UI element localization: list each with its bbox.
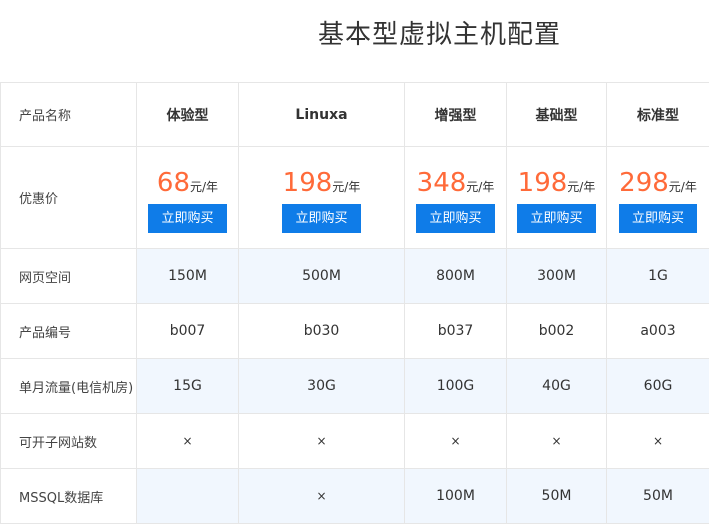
plan-name: 增强型 xyxy=(405,83,507,147)
price-value: 68 xyxy=(157,168,190,198)
price-unit: 元/年 xyxy=(466,180,494,194)
unavailable-x-icon: × xyxy=(507,414,607,469)
table-cell: 50M xyxy=(507,469,607,524)
table-cell: 800M xyxy=(405,249,507,304)
row-label: 可开子网站数 xyxy=(1,414,137,469)
price-cell: 198元/年 立即购买 xyxy=(239,147,405,249)
table-cell: b030 xyxy=(239,304,405,359)
web-space-row: 网页空间 150M 500M 800M 300M 1G xyxy=(1,249,709,304)
table-cell: 300M xyxy=(507,249,607,304)
plan-name-row: 产品名称 体验型 Linuxa 增强型 基础型 标准型 xyxy=(1,83,709,147)
row-label: 网页空间 xyxy=(1,249,137,304)
table-cell: 100G xyxy=(405,359,507,414)
table-cell: 40G xyxy=(507,359,607,414)
buy-now-button[interactable]: 立即购买 xyxy=(148,204,226,233)
unavailable-x-icon: × xyxy=(137,414,239,469)
price-cell: 348元/年 立即购买 xyxy=(405,147,507,249)
unavailable-x-icon: × xyxy=(239,469,405,524)
price-cell: 68元/年 立即购买 xyxy=(137,147,239,249)
table-cell: b007 xyxy=(137,304,239,359)
product-code-row: 产品编号 b007 b030 b037 b002 a003 xyxy=(1,304,709,359)
price-value: 198 xyxy=(283,168,333,198)
table-cell xyxy=(137,469,239,524)
buy-now-button[interactable]: 立即购买 xyxy=(517,204,595,233)
price-unit: 元/年 xyxy=(567,180,595,194)
row-label: 单月流量(电信机房) xyxy=(1,359,137,414)
table-cell: a003 xyxy=(607,304,709,359)
table-cell: b002 xyxy=(507,304,607,359)
price-value: 198 xyxy=(518,168,568,198)
plan-name: Linuxa xyxy=(239,83,405,147)
plan-name: 体验型 xyxy=(137,83,239,147)
row-label: MSSQL数据库 xyxy=(1,469,137,524)
price-unit: 元/年 xyxy=(190,180,218,194)
unavailable-x-icon: × xyxy=(239,414,405,469)
price-unit: 元/年 xyxy=(332,180,360,194)
table-cell: 60G xyxy=(607,359,709,414)
table-cell: 15G xyxy=(137,359,239,414)
table-cell: 100M xyxy=(405,469,507,524)
buy-now-button[interactable]: 立即购买 xyxy=(416,204,494,233)
price-unit: 元/年 xyxy=(669,180,697,194)
table-cell: 1G xyxy=(607,249,709,304)
monthly-traffic-row: 单月流量(电信机房) 15G 30G 100G 40G 60G xyxy=(1,359,709,414)
buy-now-button[interactable]: 立即购买 xyxy=(282,204,360,233)
row-label: 产品名称 xyxy=(1,83,137,147)
mssql-row: MSSQL数据库 × 100M 50M 50M xyxy=(1,469,709,524)
page-title: 基本型虚拟主机配置 xyxy=(0,14,709,51)
buy-now-button[interactable]: 立即购买 xyxy=(619,204,697,233)
table-cell: 500M xyxy=(239,249,405,304)
price-value: 298 xyxy=(619,168,669,198)
price-value: 348 xyxy=(417,168,467,198)
price-cell: 198元/年 立即购买 xyxy=(507,147,607,249)
unavailable-x-icon: × xyxy=(607,414,709,469)
table-cell: 50M xyxy=(607,469,709,524)
table-cell: 30G xyxy=(239,359,405,414)
row-label: 优惠价 xyxy=(1,147,137,249)
table-cell: 150M xyxy=(137,249,239,304)
unavailable-x-icon: × xyxy=(405,414,507,469)
price-cell: 298元/年 立即购买 xyxy=(607,147,709,249)
subsites-row: 可开子网站数 × × × × × xyxy=(1,414,709,469)
row-label: 产品编号 xyxy=(1,304,137,359)
table-cell: b037 xyxy=(405,304,507,359)
plan-name: 标准型 xyxy=(607,83,709,147)
plan-comparison-table: 产品名称 体验型 Linuxa 增强型 基础型 标准型 优惠价 68元/年 立即… xyxy=(0,82,709,524)
price-row: 优惠价 68元/年 立即购买 198元/年 立即购买 348元/年 立即购买 1… xyxy=(1,147,709,249)
plan-name: 基础型 xyxy=(507,83,607,147)
